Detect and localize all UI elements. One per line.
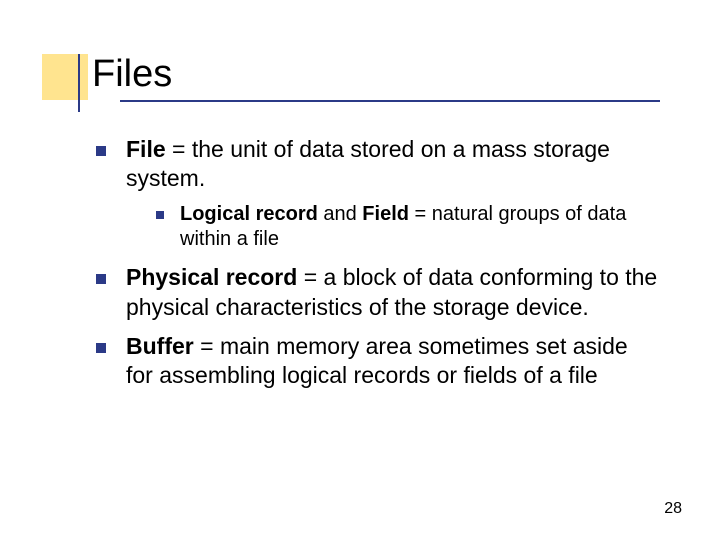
list-item: Logical record and Field = natural group… [156, 202, 658, 253]
list-item: Buffer = main memory area sometimes set … [96, 332, 658, 391]
slide: Files File = the unit of data stored on … [0, 0, 720, 540]
bullet-term: File [126, 136, 166, 162]
bullet-term: Logical record [180, 203, 318, 225]
title-underline [120, 100, 660, 102]
bullet-text: = the unit of data stored on a mass stor… [126, 136, 610, 191]
page-number: 28 [664, 500, 682, 518]
bullet-text: = main memory area sometimes set aside f… [126, 333, 628, 388]
slide-body: File = the unit of data stored on a mass… [96, 135, 658, 401]
bullet-term: Buffer [126, 333, 194, 359]
slide-title: Files [42, 54, 660, 96]
bullet-term: Physical record [126, 264, 297, 290]
title-block: Files [42, 54, 660, 96]
sub-bullet-list: Logical record and Field = natural group… [126, 202, 658, 253]
list-item: File = the unit of data stored on a mass… [96, 135, 658, 253]
list-item: Physical record = a block of data confor… [96, 263, 658, 322]
bullet-list: File = the unit of data stored on a mass… [96, 135, 658, 391]
bullet-text: and [318, 203, 362, 225]
title-vertical-line [78, 54, 80, 112]
bullet-term: Field [362, 203, 409, 225]
